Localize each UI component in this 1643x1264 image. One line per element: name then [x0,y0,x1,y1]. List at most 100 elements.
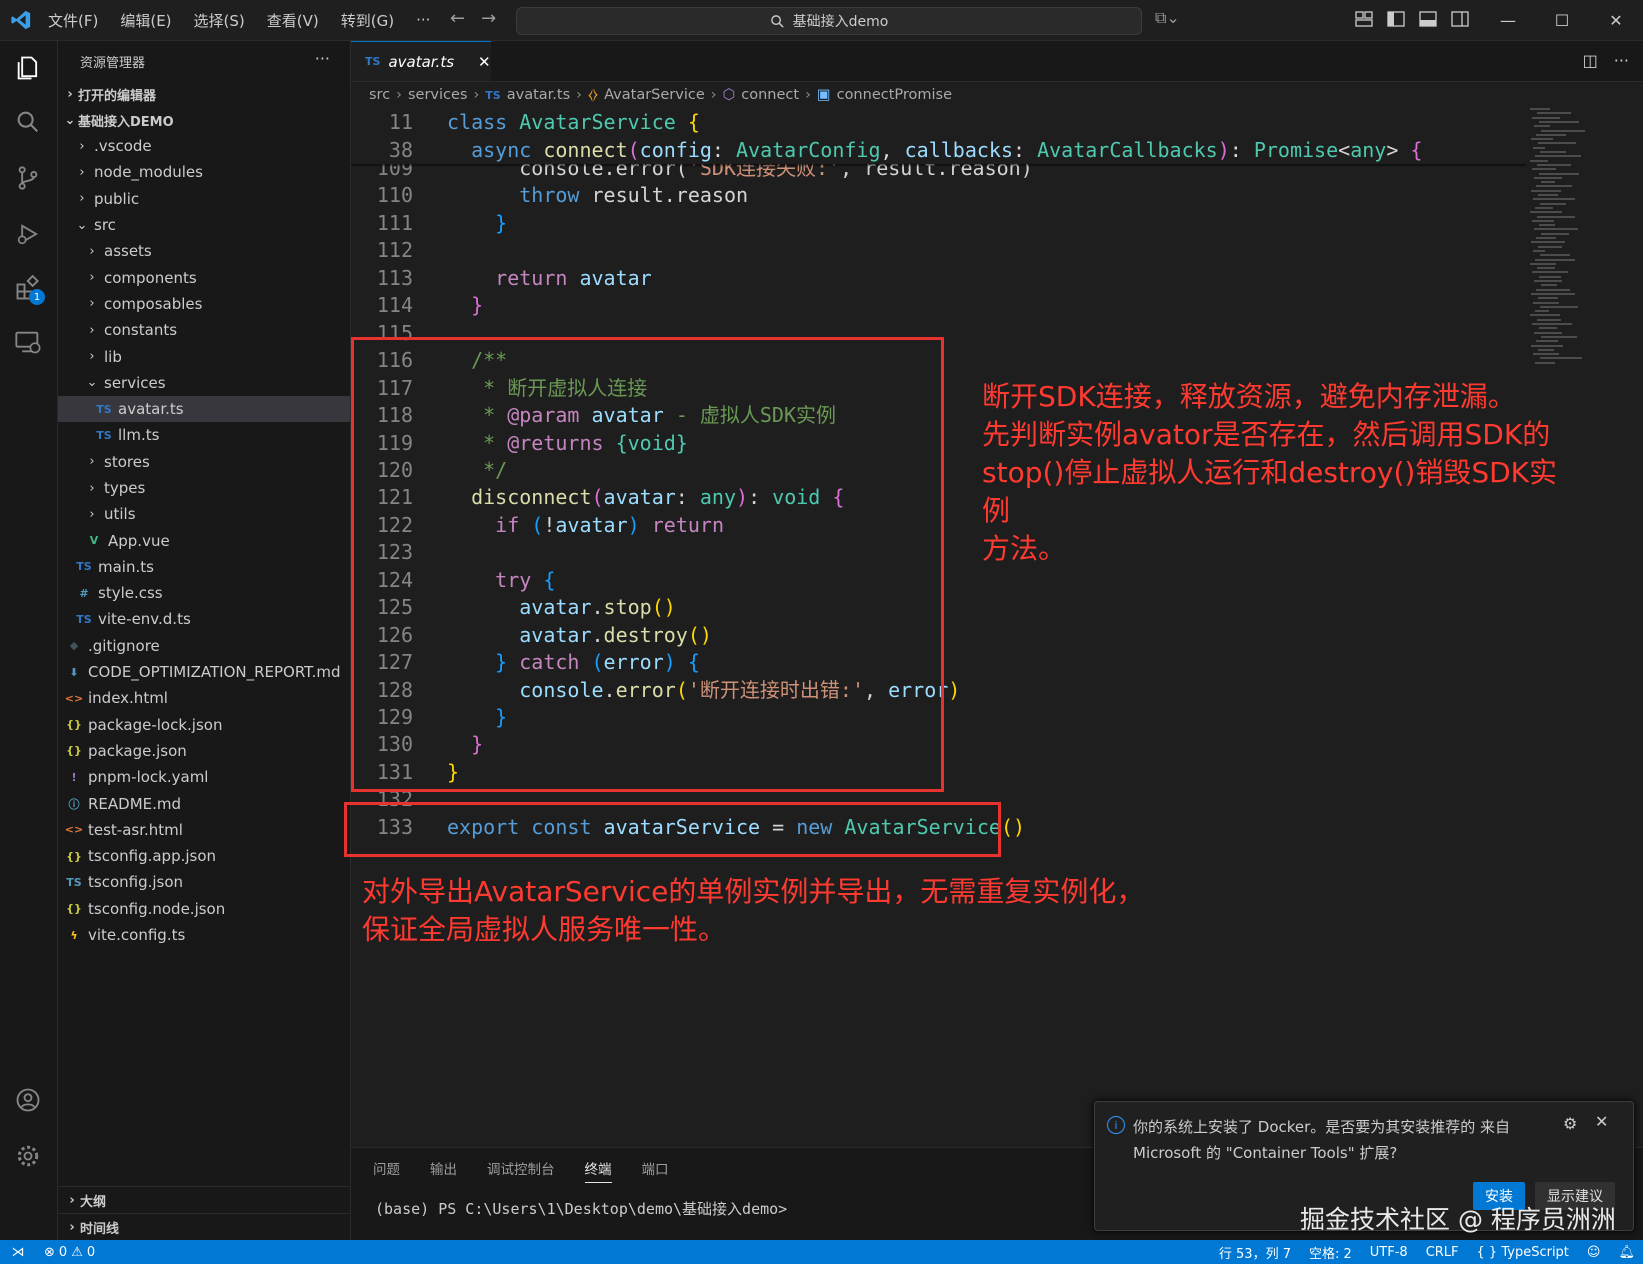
tab-output[interactable]: 输出 [430,1158,457,1183]
extensions-icon[interactable]: 1 [13,273,45,305]
breadcrumb-file[interactable]: avatar.ts [507,87,570,103]
settings-gear-icon[interactable] [13,1141,43,1171]
tree-item[interactable]: ⌄ src [58,212,350,238]
account-icon[interactable] [13,1085,43,1115]
forward-arrow-icon[interactable]: → [481,8,496,29]
code-line[interactable]: 112 [351,236,1526,264]
tree-item[interactable]: # style.css [58,580,350,606]
code-line[interactable]: 110 throw result.reason [351,181,1526,209]
tree-item[interactable]: TS llm.ts [58,422,350,448]
tree-item[interactable]: ϟ vite.config.ts [58,922,350,948]
tree-item[interactable]: TS avatar.ts [58,395,350,423]
tree-item[interactable]: › utils [58,501,350,527]
menu-more[interactable]: ··· [416,11,430,29]
menu-file[interactable]: 文件(F) [48,10,98,31]
minimap-line [1531,241,1565,244]
tab-debug-console[interactable]: 调试控制台 [487,1158,555,1183]
tab-terminal[interactable]: 终端 [584,1158,612,1183]
terminal-prompt[interactable]: (base) PS C:\Users\1\Desktop\demo\基础接入de… [375,1198,787,1219]
explorer-icon[interactable] [13,53,43,83]
close-tab-icon[interactable]: ✕ [478,53,491,71]
command-center[interactable]: 基础接入demo [516,7,1142,35]
source-control-icon[interactable] [13,163,43,193]
outline-section[interactable]: › 大纲 [58,1186,350,1213]
notifications-bell-icon[interactable]: 🔔︎ [1618,1245,1635,1260]
timeline-section[interactable]: › 时间线 [58,1213,350,1240]
tree-item[interactable]: › lib [58,343,350,369]
open-editors-section[interactable]: › 打开的编辑器 [58,81,350,107]
split-editor-icon[interactable]: ◫ [1583,51,1598,70]
tree-item[interactable]: {} package.json [58,738,350,764]
tree-item[interactable]: {} tsconfig.node.json [58,896,350,922]
toggle-panel-icon[interactable] [1419,10,1437,28]
remote-indicator-icon[interactable]: ⋊ [0,1240,36,1264]
customize-layout-icon[interactable] [1355,10,1373,28]
code-line[interactable]: 111 } [351,209,1526,237]
tree-item[interactable]: {} package-lock.json [58,712,350,738]
sticky-scroll-line[interactable]: 38 async connect(config: AvatarConfig, c… [351,136,1526,164]
toggle-sidebar-icon[interactable] [1387,10,1405,28]
tree-item[interactable]: ◆ .gitignore [58,633,350,659]
menu-edit[interactable]: 编辑(E) [120,10,171,31]
tree-item[interactable]: ⬇ CODE_OPTIMIZATION_REPORT.md [58,659,350,685]
notification-settings-icon[interactable]: ⚙ [1563,1114,1577,1133]
tree-item[interactable]: › .vscode [58,133,350,159]
breadcrumb-variable[interactable]: connectPromise [837,87,952,103]
tab-ports[interactable]: 端口 [642,1158,669,1183]
remote-explorer-icon[interactable] [13,327,43,357]
tree-item[interactable]: › constants [58,317,350,343]
search-view-icon[interactable] [13,107,43,137]
tree-item[interactable]: TS vite-env.d.ts [58,606,350,632]
line-ending[interactable]: CRLF [1426,1245,1459,1260]
language-mode[interactable]: { } TypeScript [1477,1245,1569,1260]
minimap[interactable] [1530,108,1610,373]
encoding[interactable]: UTF-8 [1370,1245,1408,1260]
minimize-icon[interactable]: — [1481,0,1535,40]
copilot-icon[interactable]: ⧉⌄ [1155,8,1180,28]
notification-close-icon[interactable]: ✕ [1595,1112,1608,1131]
tree-item[interactable]: <> test-asr.html [58,817,350,843]
tree-item-label: lib [104,347,122,366]
cursor-position[interactable]: 行 53，列 7 [1219,1243,1291,1262]
tree-item[interactable]: › components [58,264,350,290]
breadcrumb-src[interactable]: src [369,87,390,103]
tree-item[interactable]: V App.vue [58,527,350,553]
toggle-secondary-sidebar-icon[interactable] [1451,10,1469,28]
problems-indicator[interactable]: ⊗ 0 ⚠ 0 [44,1245,95,1260]
sticky-scroll-line[interactable]: 11 class AvatarService { [351,108,1526,136]
menu-go[interactable]: 转到(G) [341,10,394,31]
copilot-status-icon[interactable]: ☺ [1587,1245,1601,1260]
tree-item[interactable]: TS main.ts [58,554,350,580]
tab-avatar-ts[interactable]: TS avatar.ts ✕ [351,41,491,81]
tree-item[interactable]: {} tsconfig.app.json [58,843,350,869]
tree-item-label: tsconfig.node.json [88,899,226,918]
tree-item[interactable]: › stores [58,449,350,475]
project-section[interactable]: ⌄ 基础接入DEMO [58,107,350,133]
menu-selection[interactable]: 选择(S) [194,10,245,31]
code-line[interactable]: 113 return avatar [351,264,1526,292]
more-actions-icon[interactable]: ··· [315,49,330,68]
tree-item[interactable]: ! pnpm-lock.yaml [58,764,350,790]
editor-more-icon[interactable]: ··· [1614,51,1629,70]
back-arrow-icon[interactable]: ← [450,8,465,29]
tree-item[interactable]: › types [58,475,350,501]
tab-problems[interactable]: 问题 [373,1158,400,1183]
tree-item[interactable]: › composables [58,291,350,317]
code-line[interactable]: 114 } [351,291,1526,319]
menu-view[interactable]: 查看(V) [267,10,319,31]
maximize-icon[interactable]: ☐ [1535,0,1589,40]
tree-item[interactable]: › assets [58,238,350,264]
typescript-file-icon: TS [365,55,381,68]
close-window-icon[interactable]: ✕ [1589,0,1643,40]
tree-item[interactable]: › public [58,186,350,212]
breadcrumb-services[interactable]: services [408,87,468,103]
tree-item[interactable]: TS tsconfig.json [58,869,350,895]
tree-item[interactable]: <> index.html [58,685,350,711]
tree-item[interactable]: ⌄ services [58,370,350,396]
tree-item[interactable]: ⓘ README.md [58,790,350,816]
breadcrumb-class[interactable]: AvatarService [604,87,705,103]
indentation[interactable]: 空格: 2 [1309,1243,1352,1262]
breadcrumb-method[interactable]: connect [741,87,799,103]
tree-item[interactable]: › node_modules [58,159,350,185]
run-debug-icon[interactable] [13,219,43,249]
